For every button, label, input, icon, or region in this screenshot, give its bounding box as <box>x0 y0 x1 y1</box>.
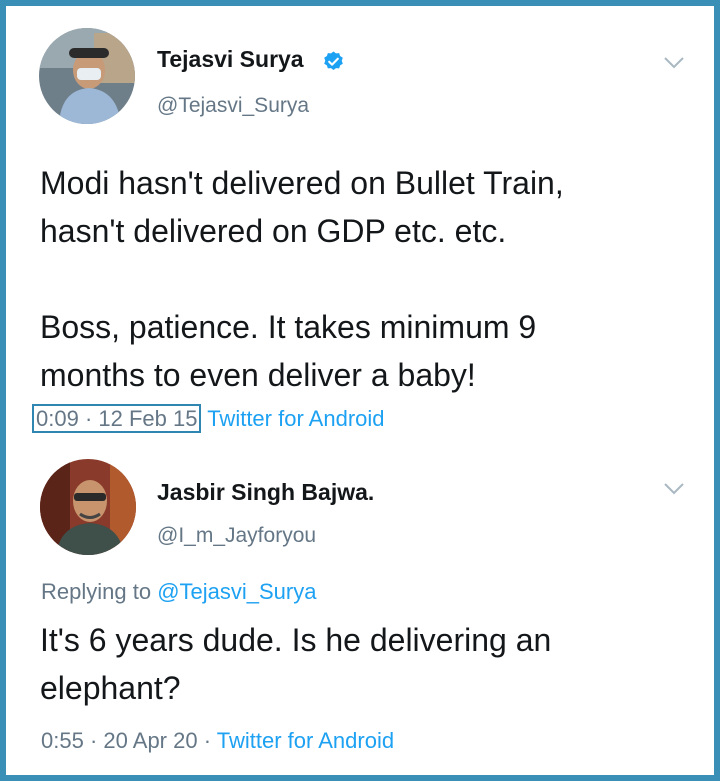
mention-link[interactable]: @Tejasvi_Surya <box>157 579 316 604</box>
date: 12 Feb 15 <box>98 406 198 431</box>
tweet-text-line: It's 6 years dude. Is he delivering an <box>40 622 552 658</box>
timestamp[interactable]: 0:09 · 12 Feb 15 <box>32 404 202 433</box>
author-name[interactable]: Jasbir Singh Bajwa. <box>157 479 374 506</box>
avatar-image <box>40 459 136 555</box>
tweet-text-line: elephant? <box>40 670 181 706</box>
screenshot-frame: Tejasvi Surya @Tejasvi_Surya Modi hasn't… <box>6 6 714 775</box>
chevron-down-icon[interactable] <box>663 56 685 70</box>
separator: · <box>203 728 212 753</box>
tweet-text-line: Modi hasn't delivered on Bullet Train, <box>40 165 564 201</box>
avatar[interactable] <box>40 459 136 555</box>
verified-badge-icon <box>324 51 343 71</box>
timestamp[interactable]: 0:55 · 20 Apr 20 <box>41 728 198 753</box>
tweet-original[interactable]: Tejasvi Surya @Tejasvi_Surya Modi hasn't… <box>6 6 714 446</box>
replying-to: Replying to @Tejasvi_Surya <box>41 579 316 605</box>
tweet-text-line: hasn't delivered on GDP etc. etc. <box>40 213 507 249</box>
tweet-source[interactable]: Twitter for Android <box>207 406 384 431</box>
tweet-source[interactable]: Twitter for Android <box>217 728 394 753</box>
date: 20 Apr 20 <box>103 728 198 753</box>
tweet-reply[interactable]: Jasbir Singh Bajwa. @I_m_Jayforyou Reply… <box>6 446 714 775</box>
tweet-meta: 0:55 · 20 Apr 20 · Twitter for Android <box>41 728 394 754</box>
author-name[interactable]: Tejasvi Surya <box>157 46 304 73</box>
separator: · <box>84 406 93 431</box>
tweet-text-line: Boss, patience. It takes minimum 9 <box>40 309 537 345</box>
avatar-image <box>39 28 135 124</box>
time: 0:09 <box>36 406 79 431</box>
separator: · <box>89 728 98 753</box>
tweet-meta: 0:09 · 12 Feb 15 Twitter for Android <box>32 404 385 433</box>
chevron-down-icon[interactable] <box>663 482 685 496</box>
author-handle[interactable]: @Tejasvi_Surya <box>157 94 309 118</box>
author-handle[interactable]: @I_m_Jayforyou <box>157 524 316 548</box>
replying-prefix: Replying to <box>41 579 158 604</box>
tweet-text-line: months to even deliver a baby! <box>40 357 476 393</box>
time: 0:55 <box>41 728 84 753</box>
avatar[interactable] <box>39 28 135 124</box>
